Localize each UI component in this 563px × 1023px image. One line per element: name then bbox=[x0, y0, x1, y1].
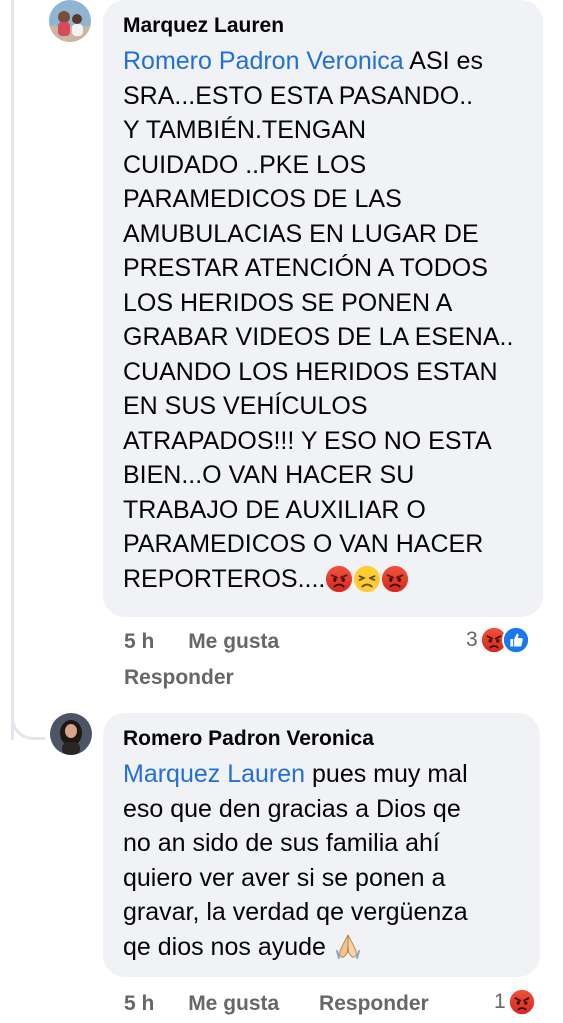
angry-reaction-icon bbox=[507, 988, 536, 1016]
avatar-photo-icon bbox=[49, 0, 91, 42]
avatar[interactable] bbox=[49, 0, 91, 42]
like-button[interactable]: Me gusta bbox=[188, 630, 279, 654]
persevering-emoji bbox=[353, 565, 381, 593]
folded-hands-emoji bbox=[333, 931, 363, 961]
comment-text: Marquez Lauren pues muy mal eso que den … bbox=[123, 757, 520, 964]
comment-actions: 5 h Me gusta bbox=[124, 630, 279, 654]
comment-text-body: SRA...ESTO ESTA PASANDO.. Y TAMBIÉN.TENG… bbox=[123, 81, 514, 593]
comment-text-first-line: pues muy mal bbox=[312, 760, 468, 788]
comment-text-first-line: ASI es bbox=[409, 47, 483, 75]
like-reaction-icon bbox=[501, 626, 530, 654]
comment-text-body: eso que den gracias a Dios qe no an sido… bbox=[123, 794, 468, 961]
thread-line bbox=[11, 0, 14, 740]
avatar[interactable] bbox=[50, 713, 92, 755]
angry-emoji bbox=[381, 565, 409, 593]
like-button[interactable]: Me gusta bbox=[188, 992, 279, 1016]
reaction-count: 3 bbox=[466, 628, 478, 651]
comment-bubble: Romero Padron Veronica Marquez Lauren pu… bbox=[103, 713, 540, 977]
reply-row: Responder bbox=[124, 666, 234, 690]
reaction-summary[interactable]: 3 bbox=[466, 626, 530, 654]
thread-connector bbox=[11, 690, 45, 740]
comment-timestamp[interactable]: 5 h bbox=[124, 630, 154, 654]
comment-bubble: Marquez Lauren Romero Padron Veronica AS… bbox=[103, 0, 543, 617]
comment-text: Romero Padron Veronica ASI es SRA...ESTO… bbox=[123, 44, 523, 596]
comment-author[interactable]: Marquez Lauren bbox=[123, 14, 523, 38]
comment-timestamp[interactable]: 5 h bbox=[124, 992, 154, 1016]
reply-button[interactable]: Responder bbox=[319, 992, 429, 1016]
mention-link[interactable]: Marquez Lauren bbox=[123, 760, 305, 788]
angry-emoji bbox=[325, 565, 353, 593]
comment-actions: 5 h Me gusta Responder bbox=[124, 992, 429, 1016]
comment-author[interactable]: Romero Padron Veronica bbox=[123, 727, 520, 751]
reaction-count: 1 bbox=[494, 990, 506, 1013]
avatar-photo-icon bbox=[50, 713, 92, 755]
reply-button[interactable]: Responder bbox=[124, 666, 234, 690]
mention-link[interactable]: Romero Padron Veronica bbox=[123, 47, 404, 75]
reaction-summary[interactable]: 1 bbox=[494, 988, 536, 1016]
